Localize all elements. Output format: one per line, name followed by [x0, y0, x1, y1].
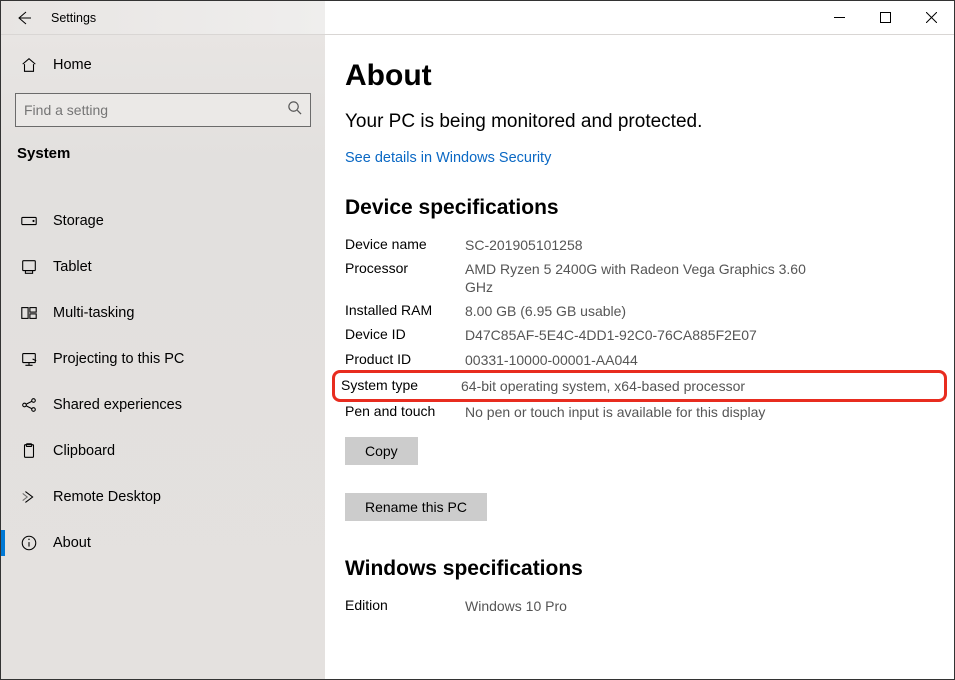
spec-pen-touch: Pen and touch No pen or touch input is a… [345, 403, 934, 421]
home-label: Home [53, 57, 92, 73]
spec-value: Windows 10 Pro [465, 597, 825, 615]
spec-value: 8.00 GB (6.95 GB usable) [465, 302, 825, 320]
close-button[interactable] [908, 1, 954, 35]
sidebar-item-remote[interactable]: Remote Desktop [15, 474, 311, 520]
sidebar-item-label: Tablet [53, 259, 92, 275]
monitoring-status: Your PC is being monitored and protected… [345, 109, 705, 135]
spec-value: 00331-10000-00001-AA044 [465, 351, 825, 369]
search-box[interactable] [15, 93, 311, 127]
spec-ram: Installed RAM 8.00 GB (6.95 GB usable) [345, 302, 934, 320]
device-specifications-heading: Device specifications [345, 196, 934, 220]
sidebar-item-label: Shared experiences [53, 397, 182, 413]
sidebar-item-label: Multi-tasking [53, 305, 134, 321]
sidebar-item-shared[interactable]: Shared experiences [15, 382, 311, 428]
spec-device-id: Device ID D47C85AF-5E4C-4DD1-92C0-76CA88… [345, 326, 934, 344]
window-controls [816, 1, 954, 35]
app-title: Settings [47, 11, 96, 25]
spec-label: Pen and touch [345, 403, 465, 421]
storage-icon [19, 211, 39, 231]
tablet-icon [19, 257, 39, 277]
sidebar-group-header: System [15, 145, 311, 162]
home-icon [19, 55, 39, 75]
sidebar-item-about[interactable]: About [15, 520, 311, 566]
spec-value: SC-201905101258 [465, 236, 825, 254]
device-specifications-table: Device name SC-201905101258 Processor AM… [345, 236, 934, 422]
spec-edition: Edition Windows 10 Pro [345, 597, 934, 615]
rename-pc-button[interactable]: Rename this PC [345, 493, 487, 521]
page-title: About [345, 59, 934, 93]
spec-system-type: System type 64-bit operating system, x64… [337, 375, 942, 397]
sidebar-item-label: About [53, 535, 91, 551]
clipboard-icon [19, 441, 39, 461]
sidebar-item-multitasking[interactable]: Multi-tasking [15, 290, 311, 336]
spec-label: Processor [345, 260, 465, 296]
multitasking-icon [19, 303, 39, 323]
back-button[interactable] [1, 1, 47, 35]
maximize-button[interactable] [862, 1, 908, 35]
spec-label: Installed RAM [345, 302, 465, 320]
sidebar-nav: Storage Tablet Multi-tasking Projecting … [15, 198, 311, 566]
search-input[interactable] [24, 102, 287, 118]
sidebar-item-label: Remote Desktop [53, 489, 161, 505]
spec-label: System type [341, 377, 461, 395]
content-area: About Your PC is being monitored and pro… [325, 35, 954, 679]
spec-value: No pen or touch input is available for t… [465, 403, 825, 421]
spec-label: Product ID [345, 351, 465, 369]
spec-product-id: Product ID 00331-10000-00001-AA044 [345, 351, 934, 369]
home-nav[interactable]: Home [15, 45, 311, 85]
spec-label: Device ID [345, 326, 465, 344]
spec-value: AMD Ryzen 5 2400G with Radeon Vega Graph… [465, 260, 825, 296]
sidebar-item-clipboard[interactable]: Clipboard [15, 428, 311, 474]
shared-experiences-icon [19, 395, 39, 415]
minimize-button[interactable] [816, 1, 862, 35]
sidebar-item-label: Storage [53, 213, 104, 229]
sidebar-item-label: Clipboard [53, 443, 115, 459]
spec-value: D47C85AF-5E4C-4DD1-92C0-76CA885F2E07 [465, 326, 825, 344]
copy-button[interactable]: Copy [345, 437, 418, 465]
sidebar-item-tablet[interactable]: Tablet [15, 244, 311, 290]
spec-device-name: Device name SC-201905101258 [345, 236, 934, 254]
spec-value: 64-bit operating system, x64-based proce… [461, 377, 821, 395]
projecting-icon [19, 349, 39, 369]
sidebar-item-storage[interactable]: Storage [15, 198, 311, 244]
remote-desktop-icon [19, 487, 39, 507]
sidebar-item-label: Projecting to this PC [53, 351, 184, 367]
windows-specifications-heading: Windows specifications [345, 557, 934, 581]
sidebar: Home System Storage Tablet Multi-tasking [1, 35, 325, 679]
spec-label: Device name [345, 236, 465, 254]
windows-security-link[interactable]: See details in Windows Security [345, 150, 551, 166]
spec-label: Edition [345, 597, 465, 615]
windows-specifications-table: Edition Windows 10 Pro [345, 597, 934, 615]
about-icon [19, 533, 39, 553]
sidebar-item-projecting[interactable]: Projecting to this PC [15, 336, 311, 382]
title-bar: Settings [1, 1, 954, 35]
spec-processor: Processor AMD Ryzen 5 2400G with Radeon … [345, 260, 934, 296]
search-icon [287, 100, 302, 120]
